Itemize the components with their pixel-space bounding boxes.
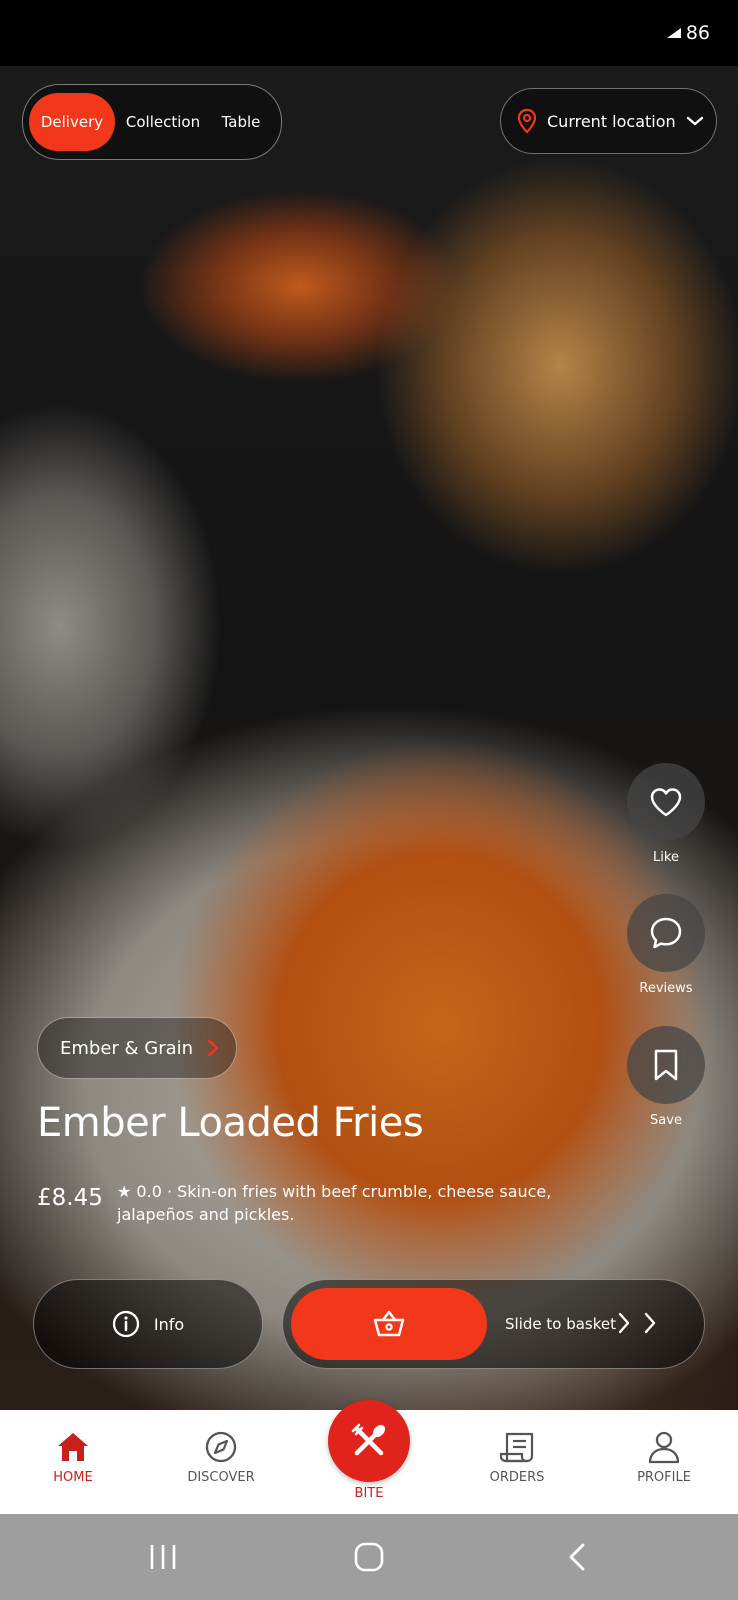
info-label: Info — [153, 1314, 185, 1334]
compass-icon — [205, 1431, 237, 1463]
nav-bite-label: BITE — [354, 1486, 384, 1501]
nav-home-label: HOME — [53, 1470, 93, 1485]
dish-description: ★ 0.0 · Skin-on fries with beef crumble,… — [117, 1182, 552, 1224]
reviews-button[interactable] — [627, 894, 705, 972]
nav-discover-label: DISCOVER — [187, 1470, 255, 1485]
basket-slider-handle[interactable] — [291, 1288, 487, 1360]
slide-label: Slide to basket — [505, 1315, 616, 1333]
system-nav-bar — [0, 1514, 738, 1600]
tab-table[interactable]: Table — [211, 93, 271, 151]
chevron-right-icon — [618, 1312, 630, 1334]
back-icon[interactable] — [565, 1542, 589, 1572]
slide-to-basket[interactable]: Slide to basket — [282, 1279, 705, 1369]
nav-orders-label: ORDERS — [489, 1470, 545, 1485]
order-mode-switch: Delivery Collection Table — [22, 84, 282, 160]
chevron-down-icon — [686, 116, 703, 126]
status-bar: 86 — [0, 0, 738, 66]
tab-collection[interactable]: Collection — [123, 93, 203, 151]
nav-home[interactable]: HOME — [13, 1430, 133, 1485]
battery-indicator: 86 — [666, 22, 710, 44]
chevron-right-icon — [644, 1312, 656, 1334]
fork-knife-icon — [351, 1423, 386, 1456]
dish-title: Ember Loaded Fries — [37, 1100, 424, 1146]
basket-icon — [373, 1310, 405, 1337]
home-icon — [58, 1433, 88, 1461]
nav-discover[interactable]: DISCOVER — [161, 1430, 281, 1485]
battery-level: 86 — [685, 22, 710, 44]
reviews-label: Reviews — [639, 981, 693, 996]
nav-orders[interactable]: ORDERS — [457, 1430, 577, 1485]
home-system-icon[interactable] — [354, 1542, 384, 1572]
dish-price: £8.45 — [37, 1185, 103, 1211]
vendor-name: Ember & Grain — [60, 1037, 194, 1059]
heart-icon — [650, 788, 682, 817]
signal-icon — [666, 28, 681, 38]
chevron-right-icon — [207, 1039, 219, 1057]
info-icon — [112, 1310, 140, 1338]
like-label: Like — [653, 850, 679, 865]
receipt-icon — [499, 1432, 534, 1463]
location-pin-icon — [517, 108, 537, 134]
like-button[interactable] — [627, 763, 705, 841]
chat-bubble-icon — [650, 917, 682, 949]
user-icon — [648, 1431, 680, 1464]
location-selector[interactable]: Current location — [500, 88, 717, 154]
vendor-link[interactable]: Ember & Grain — [37, 1017, 237, 1079]
tab-delivery[interactable]: Delivery — [29, 93, 115, 151]
nav-profile-label: PROFILE — [637, 1470, 691, 1485]
bite-button[interactable] — [328, 1400, 410, 1482]
info-button[interactable]: Info — [33, 1279, 263, 1369]
bookmark-icon — [654, 1049, 678, 1081]
nav-profile[interactable]: PROFILE — [604, 1430, 724, 1485]
save-label: Save — [650, 1113, 682, 1128]
location-label: Current location — [547, 111, 676, 131]
save-button[interactable] — [627, 1026, 705, 1104]
recent-apps-icon[interactable] — [148, 1542, 178, 1572]
